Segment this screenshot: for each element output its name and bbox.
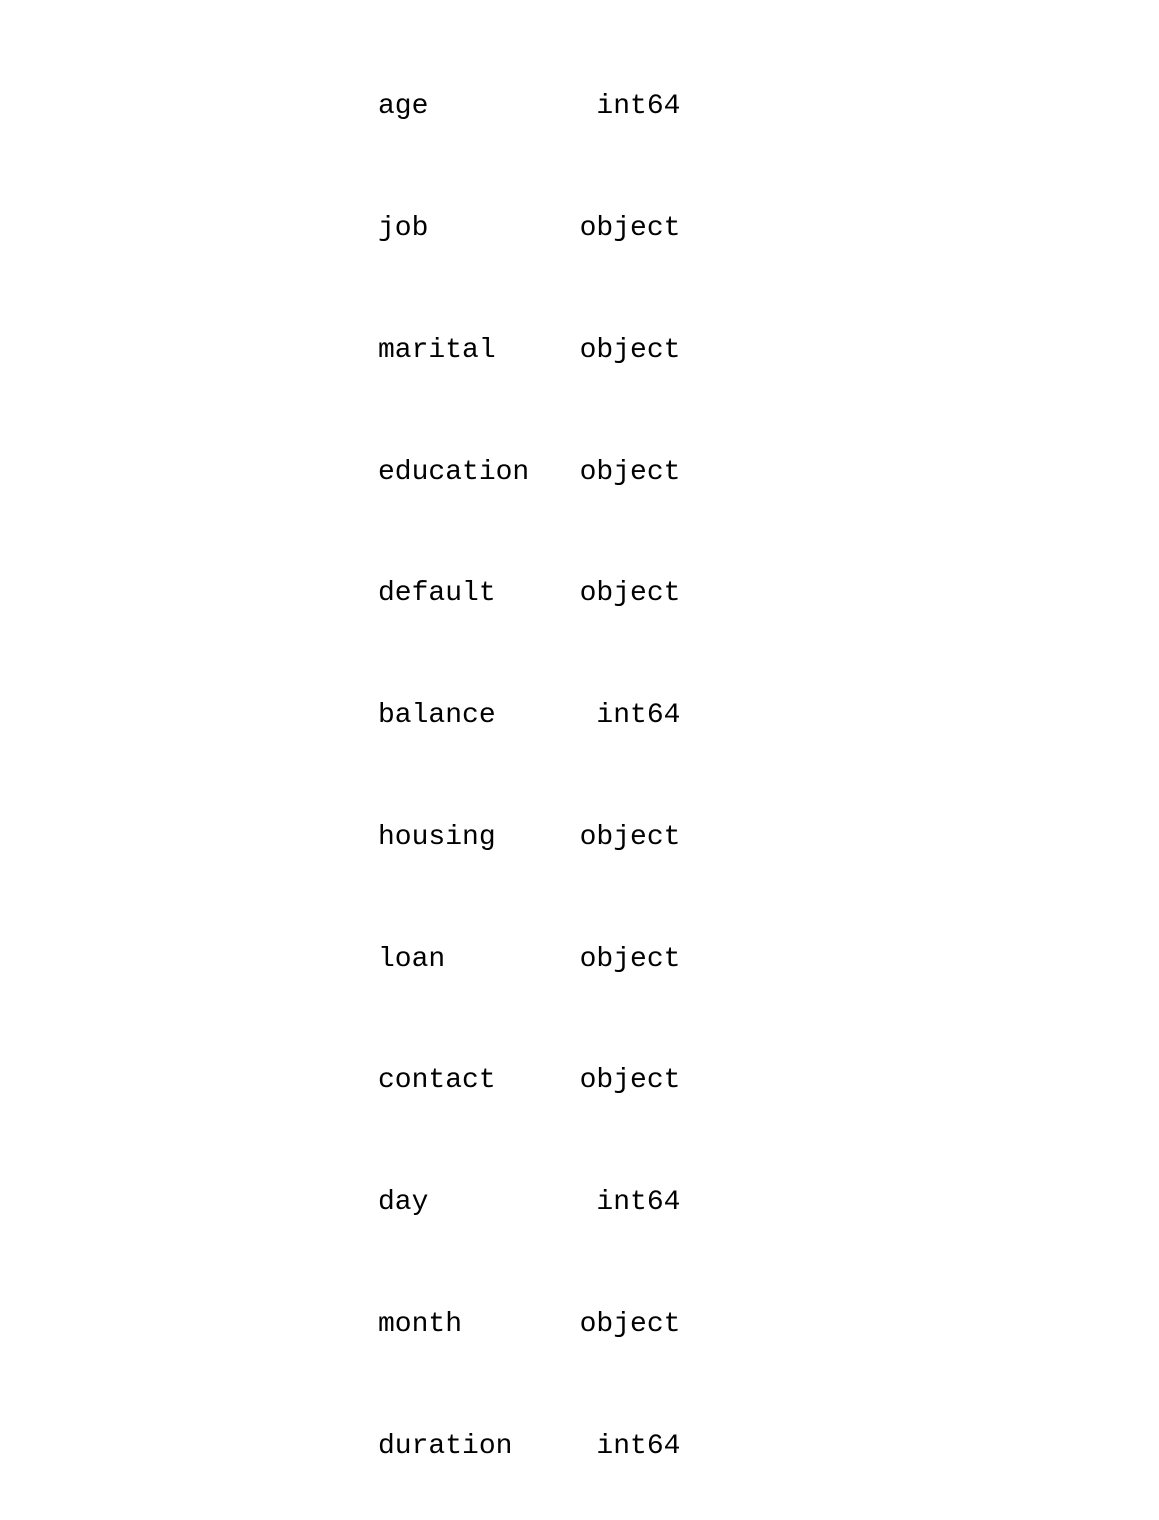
dtype-row: housingobject bbox=[378, 818, 1159, 859]
column-type: object bbox=[580, 1061, 681, 1102]
column-name: duration bbox=[378, 1427, 580, 1468]
column-type: int64 bbox=[580, 696, 681, 737]
column-name: housing bbox=[378, 818, 580, 859]
column-type: int64 bbox=[580, 87, 681, 128]
column-name: day bbox=[378, 1183, 580, 1224]
column-name: age bbox=[378, 87, 580, 128]
column-name: marital bbox=[378, 331, 580, 372]
column-type: object bbox=[580, 940, 681, 981]
dtype-row: loanobject bbox=[378, 940, 1159, 981]
dtypes-output: ageint64 jobobject maritalobject educati… bbox=[378, 6, 1159, 1520]
dtype-row: maritalobject bbox=[378, 331, 1159, 372]
column-name: balance bbox=[378, 696, 580, 737]
dtype-row: balanceint64 bbox=[378, 696, 1159, 737]
column-name: default bbox=[378, 574, 580, 615]
dtype-row: educationobject bbox=[378, 453, 1159, 494]
column-type: object bbox=[580, 453, 681, 494]
column-type: int64 bbox=[580, 1183, 681, 1224]
dtype-row: durationint64 bbox=[378, 1427, 1159, 1468]
column-name: contact bbox=[378, 1061, 580, 1102]
dtype-row: contactobject bbox=[378, 1061, 1159, 1102]
dtype-row: defaultobject bbox=[378, 574, 1159, 615]
column-name: loan bbox=[378, 940, 580, 981]
dtype-row: monthobject bbox=[378, 1305, 1159, 1346]
column-type: object bbox=[580, 209, 681, 250]
column-type: object bbox=[580, 818, 681, 859]
column-type: object bbox=[580, 1305, 681, 1346]
column-type: int64 bbox=[580, 1427, 681, 1468]
column-type: object bbox=[580, 574, 681, 615]
column-name: month bbox=[378, 1305, 580, 1346]
column-type: object bbox=[580, 331, 681, 372]
dtype-row: jobobject bbox=[378, 209, 1159, 250]
dtype-row: dayint64 bbox=[378, 1183, 1159, 1224]
dtype-row: ageint64 bbox=[378, 87, 1159, 128]
column-name: education bbox=[378, 453, 580, 494]
column-name: job bbox=[378, 209, 580, 250]
